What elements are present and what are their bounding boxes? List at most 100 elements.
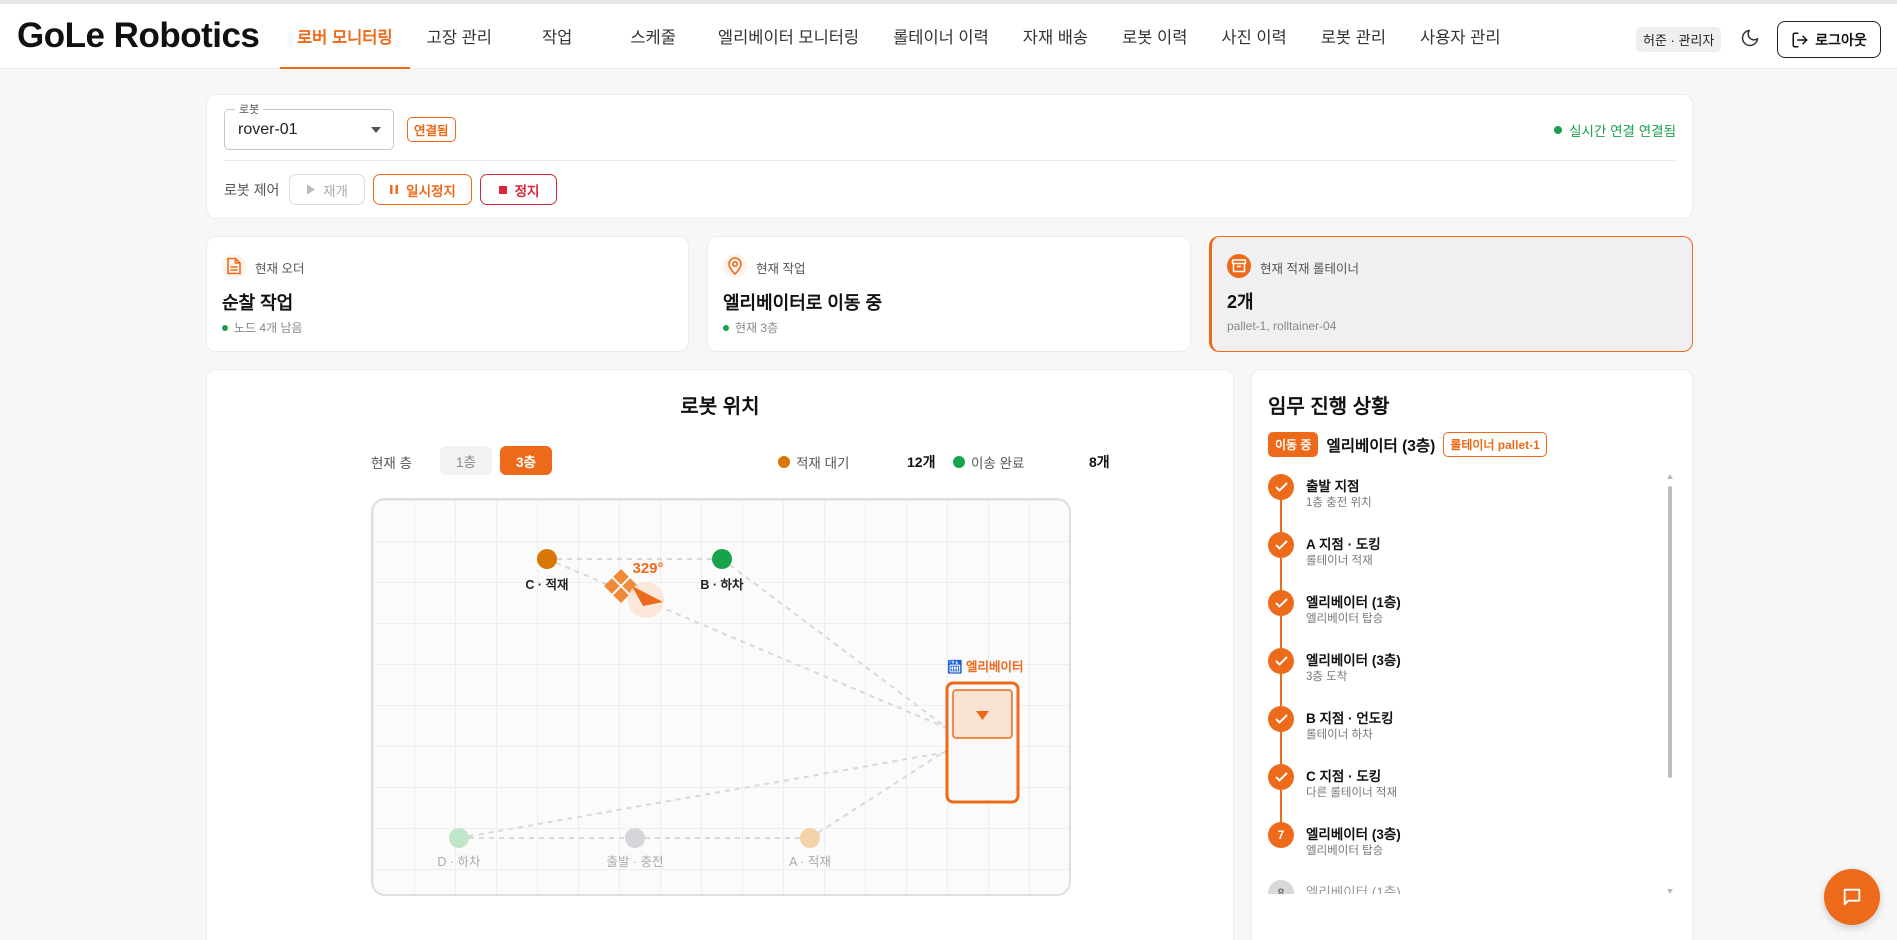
step-item[interactable]: A 지점 · 도킹 롤테이너 적재 [1266, 532, 1664, 590]
step-connector [1280, 732, 1282, 764]
step-title: 엘리베이터 (1층) [1306, 595, 1401, 610]
check-icon [1268, 764, 1294, 790]
node-a-loading[interactable]: A · 적재 [789, 828, 831, 869]
nav-rolltainer-history[interactable]: 롤테이너 이력 [876, 4, 1006, 68]
robot-marker[interactable]: 329° [628, 560, 664, 618]
current-location: 엘리베이터 (3층) [1326, 437, 1436, 455]
nav-robot-management[interactable]: 로봇 관리 [1304, 4, 1403, 68]
legend-loading-waiting: 적재 대기 [778, 452, 849, 472]
current-task-card[interactable]: 현재 작업 엘리베이터로 이동 중 현재 3층 [707, 236, 1191, 352]
current-task-sub: 현재 3층 [723, 319, 778, 336]
node-b-unloading[interactable]: B · 하차 [700, 549, 744, 592]
step-number: 7 [1268, 822, 1294, 848]
legend-done-label: 이송 완료 [971, 456, 1025, 471]
document-icon [222, 254, 246, 278]
current-rolltainer-card[interactable]: 현재 적재 롤테이너 2개 pallet-1, rolltainer-04 [1209, 236, 1693, 352]
elevator[interactable]: 🛗 엘리베이터 [945, 659, 1024, 804]
current-order-title: 순찰 작업 [222, 293, 294, 313]
current-order-card[interactable]: 현재 오더 순찰 작업 노드 4개 남음 [206, 236, 689, 352]
node-c-label: C · 적재 [525, 577, 568, 592]
realtime-status-text: 실시간 연결 연결됨 [1569, 124, 1676, 139]
main-nav: 로버 모니터링 고장 관리 작업 스케줄 엘리베이터 모니터링 롤테이너 이력 … [280, 4, 1518, 69]
mission-progress-card: 임무 진행 상황 이동 중 엘리베이터 (3층) 롤테이너 pallet-1 출… [1251, 369, 1693, 940]
moon-icon [1741, 29, 1759, 47]
legend-dot-icon [953, 456, 965, 468]
cargo-chip: 롤테이너 pallet-1 [1443, 432, 1547, 457]
nav-robot-history[interactable]: 로봇 이력 [1105, 4, 1204, 68]
legend-done-count: 8개 [1089, 454, 1110, 470]
robot-select[interactable]: 로봇 rover-01 [224, 101, 394, 150]
current-rolltainer-sub-text: pallet-1, rolltainer-04 [1227, 319, 1337, 333]
floor-tab-1[interactable]: 1층 [440, 446, 492, 475]
check-icon [1268, 532, 1294, 558]
logout-label: 로그아웃 [1815, 31, 1867, 48]
logout-button[interactable]: 로그아웃 [1777, 21, 1881, 58]
robot-control-label: 로봇 제어 [224, 182, 280, 198]
step-connector [1280, 616, 1282, 648]
logout-icon [1792, 32, 1808, 47]
mission-step-list[interactable]: 출발 지점 1층 충전 위치 A 지점 · 도킹 롤테이너 적재 엘리베이터 (… [1266, 474, 1664, 894]
check-icon [1268, 706, 1294, 732]
step-item[interactable]: 출발 지점 1층 충전 위치 [1266, 474, 1664, 532]
step-item[interactable]: B 지점 · 언도킹 롤테이너 하차 [1266, 706, 1664, 764]
floor-map[interactable]: C · 적재 B · 하차 D · 하차 출발 · 충전 A · 적재 329°… [371, 498, 1071, 896]
floor-tab-3[interactable]: 3층 [500, 446, 552, 475]
step-number: 8 [1268, 880, 1294, 894]
step-connector [1280, 500, 1282, 532]
robot-select-label: 로봇 [235, 101, 264, 117]
status-dot-icon [1554, 126, 1563, 134]
robot-heading: 329° [632, 560, 663, 577]
step-sub: 롤테이너 적재 [1306, 555, 1373, 567]
nav-elevator-monitoring[interactable]: 엘리베이터 모니터링 [701, 4, 876, 68]
chevron-down-icon [371, 127, 381, 133]
step-list-scrollbar[interactable] [1667, 474, 1673, 894]
resume-button[interactable]: 재개 [289, 174, 365, 205]
node-a-label: A · 적재 [789, 855, 831, 869]
mission-status-row: 이동 중 엘리베이터 (3층) 롤테이너 pallet-1 [1268, 432, 1547, 457]
step-title: A 지점 · 도킹 [1306, 537, 1381, 552]
current-rolltainer-sub: pallet-1, rolltainer-04 [1227, 319, 1336, 333]
nav-schedule[interactable]: 스케줄 [605, 4, 701, 68]
step-connector [1280, 790, 1282, 822]
step-item-current[interactable]: 7 엘리베이터 (3층) 엘리베이터 탑승 [1266, 822, 1664, 880]
moving-status-chip: 이동 중 [1268, 432, 1319, 457]
nav-photo-history[interactable]: 사진 이력 [1204, 4, 1303, 68]
nav-material-delivery[interactable]: 자재 배송 [1006, 4, 1105, 68]
step-item[interactable]: 엘리베이터 (3층) 3층 도착 [1266, 648, 1664, 706]
scroll-thumb[interactable] [1668, 486, 1672, 778]
scroll-up-icon[interactable] [1667, 474, 1673, 479]
robot-control-panel: 로봇 rover-01 연결됨 실시간 연결 연결됨 로봇 제어 재개 일시정지… [206, 94, 1693, 219]
current-rolltainer-title: 2개 [1227, 292, 1254, 312]
step-sub: 엘리베이터 탑승 [1306, 613, 1384, 625]
current-order-sub-text: 노드 4개 남음 [234, 321, 303, 335]
node-start-charging[interactable]: 출발 · 충전 [606, 828, 664, 869]
legend-loading-label: 적재 대기 [796, 456, 850, 471]
nav-rover-monitoring[interactable]: 로버 모니터링 [280, 4, 410, 69]
pause-icon [390, 185, 399, 194]
current-order-label: 현재 오더 [255, 262, 305, 276]
node-d-unloading[interactable]: D · 하차 [437, 828, 481, 869]
step-item-pending[interactable]: 8 엘리베이터 (1층) [1266, 880, 1664, 894]
stop-button[interactable]: 정지 [480, 174, 557, 205]
check-icon [1268, 590, 1294, 616]
robot-location-card: 로봇 위치 현재 층 1층 3층 적재 대기 12개 이송 완료 8개 C · … [206, 369, 1234, 940]
nav-user-management[interactable]: 사용자 관리 [1403, 4, 1517, 68]
step-sub: 엘리베이터 탑승 [1306, 845, 1384, 857]
nav-fault-management[interactable]: 고장 관리 [410, 4, 509, 68]
step-item[interactable]: C 지점 · 도킹 다른 롤테이너 적재 [1266, 764, 1664, 822]
chat-button[interactable] [1824, 869, 1880, 925]
scroll-down-icon[interactable] [1667, 889, 1673, 894]
legend-loading-count: 12개 [907, 454, 936, 470]
pause-button[interactable]: 일시정지 [373, 174, 472, 205]
step-item[interactable]: 엘리베이터 (1층) 엘리베이터 탑승 [1266, 590, 1664, 648]
node-c-loading[interactable]: C · 적재 [525, 549, 569, 592]
dark-mode-toggle[interactable] [1740, 28, 1760, 48]
map-pin-icon [723, 254, 747, 278]
play-icon [307, 184, 316, 195]
legend-dot-icon [778, 456, 790, 468]
nav-tasks[interactable]: 작업 [509, 4, 605, 68]
logo[interactable]: GoLe Robotics [17, 16, 260, 56]
step-sub: 롤테이너 하차 [1306, 729, 1373, 741]
check-icon [1268, 474, 1294, 500]
pause-label: 일시정지 [406, 183, 456, 199]
